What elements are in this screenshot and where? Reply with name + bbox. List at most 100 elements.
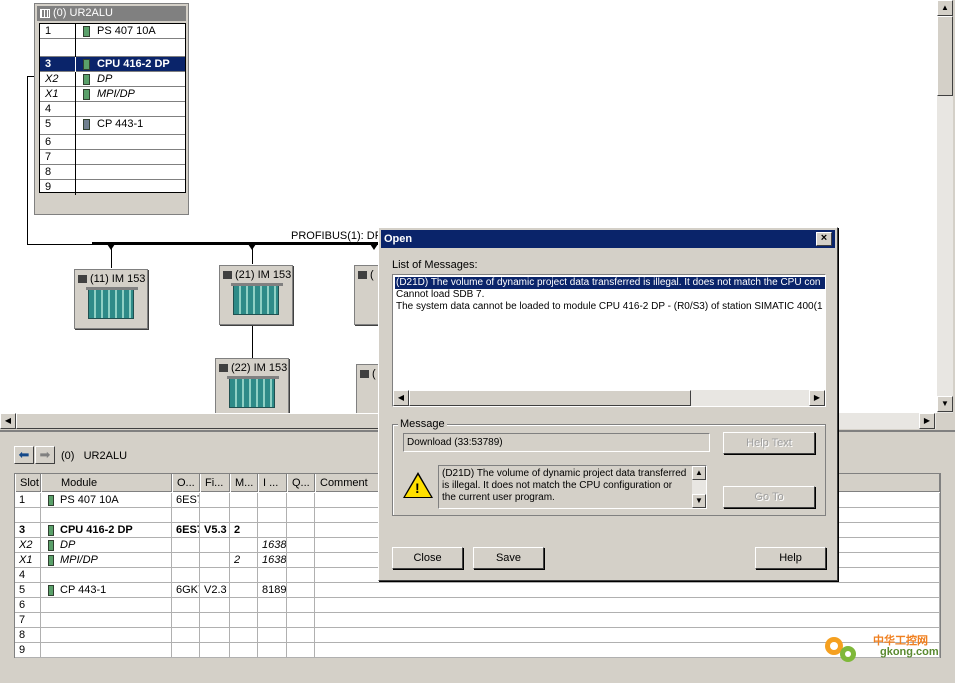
table-cell[interactable]: MPI/DP bbox=[41, 553, 172, 568]
rack-slot-row[interactable]: X1 MPI/DP bbox=[40, 87, 185, 102]
col-header-order[interactable]: O... bbox=[172, 474, 200, 492]
rack-slot-row[interactable]: 5 CP 443-1 bbox=[40, 117, 185, 135]
table-cell[interactable] bbox=[258, 613, 287, 628]
table-cell[interactable] bbox=[287, 568, 315, 583]
table-cell[interactable]: 2 bbox=[230, 523, 258, 538]
table-cell[interactable] bbox=[200, 598, 230, 613]
table-cell[interactable] bbox=[287, 643, 315, 658]
scroll-thumb[interactable] bbox=[409, 390, 691, 406]
table-cell[interactable]: V5.3 bbox=[200, 523, 230, 538]
close-button[interactable]: Close bbox=[392, 547, 463, 569]
table-cell[interactable]: 6ES7 bbox=[172, 493, 200, 508]
table-cell[interactable] bbox=[41, 643, 172, 658]
message-list-item[interactable]: Cannot load SDB 7. bbox=[396, 289, 484, 301]
table-cell[interactable] bbox=[41, 568, 172, 583]
save-button[interactable]: Save bbox=[473, 547, 544, 569]
table-cell[interactable]: CPU 416-2 DP bbox=[41, 523, 172, 538]
table-cell[interactable] bbox=[172, 628, 200, 643]
table-cell[interactable] bbox=[230, 643, 258, 658]
table-cell[interactable] bbox=[230, 493, 258, 508]
table-cell[interactable]: 5 bbox=[15, 583, 41, 598]
rack-window[interactable]: (0) UR2ALU 1 PS 407 10A 3 CPU 416-2 DP X2 D… bbox=[34, 3, 189, 215]
help-text-button[interactable]: Help Text bbox=[723, 432, 815, 454]
scroll-up-icon[interactable]: ▲ bbox=[937, 0, 953, 16]
rack-slot-row[interactable]: 6 bbox=[40, 135, 185, 150]
table-cell[interactable] bbox=[41, 628, 172, 643]
messages-list[interactable]: (D21D) The volume of dynamic project dat… bbox=[392, 274, 826, 407]
rack-title-bar[interactable]: (0) UR2ALU bbox=[37, 6, 186, 21]
dialog-title-bar[interactable]: Open × bbox=[381, 230, 835, 248]
table-cell[interactable] bbox=[172, 598, 200, 613]
table-cell[interactable]: 9 bbox=[15, 643, 41, 658]
list-horizontal-scrollbar[interactable]: ◀ ▶ bbox=[393, 390, 825, 406]
back-arrow-icon[interactable]: ⬅ bbox=[14, 446, 34, 464]
table-cell[interactable] bbox=[230, 613, 258, 628]
table-cell[interactable] bbox=[230, 568, 258, 583]
table-cell[interactable] bbox=[230, 598, 258, 613]
table-cell[interactable] bbox=[258, 508, 287, 523]
table-cell[interactable] bbox=[315, 613, 940, 628]
table-cell[interactable]: PS 407 10A bbox=[41, 493, 172, 508]
table-cell[interactable] bbox=[315, 583, 940, 598]
dp-slave-node[interactable]: (21) IM 153 bbox=[219, 265, 293, 325]
table-cell[interactable]: DP bbox=[41, 538, 172, 553]
table-cell[interactable] bbox=[287, 538, 315, 553]
table-cell[interactable] bbox=[172, 613, 200, 628]
table-cell[interactable] bbox=[287, 628, 315, 643]
scroll-thumb[interactable] bbox=[937, 16, 953, 96]
table-cell[interactable]: 3 bbox=[15, 523, 41, 538]
table-cell[interactable]: 1 bbox=[15, 493, 41, 508]
table-cell[interactable]: 1638 bbox=[258, 553, 287, 568]
table-cell[interactable] bbox=[200, 538, 230, 553]
col-header-module[interactable]: Module... bbox=[41, 474, 172, 492]
rack-slot-row-selected[interactable]: 3 CPU 416-2 DP bbox=[40, 57, 185, 72]
table-cell[interactable] bbox=[172, 568, 200, 583]
table-cell[interactable]: 6 bbox=[15, 598, 41, 613]
rack-slot-row[interactable]: 4 bbox=[40, 102, 185, 117]
col-header-q-address[interactable]: Q... bbox=[287, 474, 315, 492]
scroll-down-icon[interactable]: ▼ bbox=[692, 494, 706, 508]
table-cell[interactable] bbox=[230, 628, 258, 643]
table-cell[interactable] bbox=[15, 508, 41, 523]
table-cell[interactable]: 6ES7 bbox=[172, 523, 200, 538]
table-cell[interactable]: X2 bbox=[15, 538, 41, 553]
table-cell[interactable] bbox=[258, 568, 287, 583]
table-cell[interactable] bbox=[287, 553, 315, 568]
table-cell[interactable] bbox=[287, 613, 315, 628]
scroll-left-icon[interactable]: ◀ bbox=[393, 390, 409, 406]
table-cell[interactable]: 1638 bbox=[258, 538, 287, 553]
scroll-up-icon[interactable]: ▲ bbox=[692, 466, 706, 480]
canvas-vertical-scrollbar[interactable]: ▲ ▼ bbox=[936, 0, 953, 413]
scroll-left-icon[interactable]: ◀ bbox=[0, 413, 16, 429]
table-cell[interactable] bbox=[200, 568, 230, 583]
table-cell[interactable] bbox=[315, 598, 940, 613]
table-cell[interactable] bbox=[41, 598, 172, 613]
table-cell[interactable] bbox=[41, 508, 172, 523]
table-row[interactable]: 8 bbox=[15, 628, 940, 643]
table-cell[interactable] bbox=[287, 508, 315, 523]
table-cell[interactable]: 4 bbox=[15, 568, 41, 583]
table-cell[interactable] bbox=[258, 523, 287, 538]
table-cell[interactable] bbox=[287, 598, 315, 613]
table-cell[interactable]: 6GK7 bbox=[172, 583, 200, 598]
profibus-line[interactable] bbox=[92, 242, 382, 245]
col-header-i-address[interactable]: I ... bbox=[258, 474, 287, 492]
table-cell[interactable] bbox=[287, 583, 315, 598]
table-cell[interactable] bbox=[230, 583, 258, 598]
dp-slave-node[interactable]: (22) IM 153 bbox=[215, 358, 289, 413]
table-cell[interactable] bbox=[287, 523, 315, 538]
table-cell[interactable] bbox=[230, 538, 258, 553]
rack-slot-row[interactable]: 1 PS 407 10A bbox=[40, 24, 185, 39]
dp-slave-node[interactable]: (11) IM 153 bbox=[74, 269, 148, 329]
open-dialog[interactable]: Open × List of Messages: (D21D) The volu… bbox=[378, 227, 838, 581]
table-cell[interactable]: 7 bbox=[15, 613, 41, 628]
table-cell[interactable] bbox=[200, 493, 230, 508]
table-cell[interactable] bbox=[258, 598, 287, 613]
scroll-right-icon[interactable]: ▶ bbox=[919, 413, 935, 429]
table-row[interactable]: 7 bbox=[15, 613, 940, 628]
table-cell[interactable] bbox=[258, 628, 287, 643]
close-icon[interactable]: × bbox=[816, 232, 832, 246]
rack-slot-row[interactable]: 7 bbox=[40, 150, 185, 165]
forward-arrow-icon[interactable]: ➡ bbox=[35, 446, 55, 464]
table-cell[interactable] bbox=[200, 508, 230, 523]
